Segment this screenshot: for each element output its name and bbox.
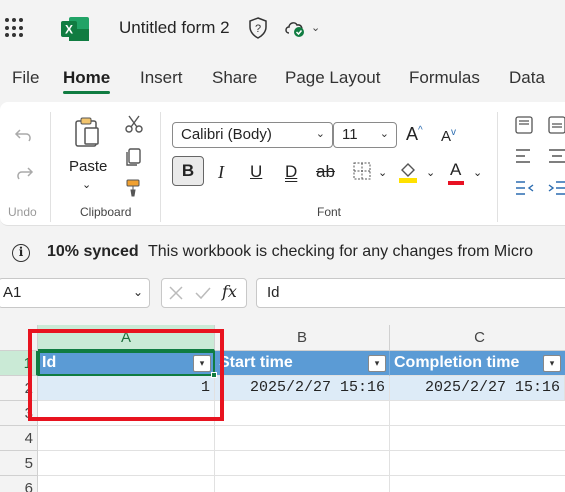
- chevron-down-icon: ⌄: [315, 128, 325, 140]
- chevron-down-icon[interactable]: ⌄: [426, 166, 435, 179]
- paste-chevron-icon[interactable]: ⌄: [82, 178, 91, 191]
- font-color-icon[interactable]: A: [450, 160, 461, 180]
- cloud-sync-icon[interactable]: [283, 18, 307, 38]
- divider: [497, 112, 498, 222]
- empty-cell[interactable]: [38, 426, 215, 451]
- sync-info-bar: i 10% synced This workbook is checking f…: [0, 233, 565, 271]
- empty-cell[interactable]: [38, 476, 215, 492]
- font-family-value: Calibri (Body): [181, 126, 272, 143]
- filter-dropdown-icon[interactable]: ▾: [368, 355, 386, 372]
- align-middle-icon[interactable]: [548, 116, 565, 134]
- chevron-down-icon[interactable]: ⌄: [378, 166, 387, 179]
- filter-dropdown-icon[interactable]: ▾: [543, 355, 561, 372]
- row-header-4[interactable]: 4: [0, 426, 38, 451]
- table-cell[interactable]: 2025/2/27 15:16: [215, 376, 390, 401]
- paste-label[interactable]: Paste: [69, 158, 107, 175]
- chevron-down-icon: ⌄: [132, 285, 143, 299]
- undo-group-label: Undo: [8, 205, 37, 219]
- empty-cell[interactable]: [390, 476, 565, 492]
- empty-cell[interactable]: [215, 476, 390, 492]
- table-cell[interactable]: 2025/2/27 15:16: [390, 376, 565, 401]
- tab-data[interactable]: Data: [497, 60, 557, 96]
- title-bar: X Untitled form 2 ? ⌄: [0, 0, 565, 58]
- font-size-value: 11: [342, 126, 358, 143]
- excel-logo-icon: X: [61, 17, 89, 41]
- font-group-label: Font: [317, 205, 342, 219]
- document-title[interactable]: Untitled form 2: [119, 18, 230, 38]
- excel-window: X Untitled form 2 ? ⌄ File Home Insert S…: [0, 0, 565, 492]
- bold-button[interactable]: B: [172, 156, 204, 186]
- ribbon: Undo Paste ⌄ Clipboard Calibri (Body) ⌄: [0, 102, 565, 226]
- increase-font-size-icon[interactable]: A^: [406, 124, 423, 145]
- increase-indent-icon[interactable]: [548, 180, 565, 196]
- header-text: Completion time: [394, 354, 520, 371]
- app-launcher-icon[interactable]: [5, 18, 25, 38]
- tab-home[interactable]: Home: [51, 60, 122, 96]
- clipboard-group-label: Clipboard: [80, 205, 132, 219]
- formula-bar: A1 ⌄ fx Id: [0, 277, 565, 311]
- row-header-5[interactable]: 5: [0, 451, 38, 476]
- strikethrough-button[interactable]: ab: [316, 162, 335, 182]
- tab-insert[interactable]: Insert: [128, 60, 195, 96]
- formula-input[interactable]: Id: [256, 278, 565, 308]
- chevron-down-icon: ⌄: [379, 128, 389, 140]
- redo-icon[interactable]: [14, 164, 34, 182]
- format-painter-icon[interactable]: [124, 178, 142, 198]
- header-text: Start time: [219, 354, 293, 371]
- tab-page-layout[interactable]: Page Layout: [273, 60, 392, 96]
- underline-button[interactable]: U: [250, 162, 262, 182]
- decrease-font-size-icon[interactable]: Av: [441, 127, 456, 145]
- empty-cell[interactable]: [390, 401, 565, 426]
- empty-cell[interactable]: [215, 401, 390, 426]
- decrease-indent-icon[interactable]: [515, 180, 535, 196]
- chevron-down-icon[interactable]: ⌄: [473, 166, 482, 179]
- insert-function-icon[interactable]: fx: [222, 282, 237, 301]
- name-box-value: A1: [3, 284, 22, 301]
- cancel-icon[interactable]: [168, 285, 184, 301]
- font-size-select[interactable]: 11 ⌄: [333, 122, 397, 148]
- name-box[interactable]: A1 ⌄: [0, 278, 150, 308]
- info-icon: i: [12, 244, 30, 262]
- undo-icon[interactable]: [14, 126, 34, 144]
- divider: [50, 112, 51, 222]
- align-top-icon[interactable]: [515, 116, 533, 134]
- borders-icon[interactable]: [353, 162, 371, 180]
- empty-cell[interactable]: [390, 426, 565, 451]
- sync-status: 10% synced: [47, 243, 139, 260]
- empty-cell[interactable]: [215, 451, 390, 476]
- sync-message: This workbook is checking for any change…: [148, 243, 534, 260]
- row-header-6[interactable]: 6: [0, 476, 38, 492]
- divider: [160, 112, 161, 222]
- empty-cell[interactable]: [38, 451, 215, 476]
- shield-icon[interactable]: ?: [248, 17, 268, 39]
- align-left-icon[interactable]: [515, 148, 533, 164]
- svg-text:X: X: [65, 23, 73, 37]
- highlight-annotation-box: [28, 329, 224, 421]
- enter-check-icon[interactable]: [194, 285, 212, 301]
- column-header-b[interactable]: B: [215, 325, 390, 351]
- tab-file[interactable]: File: [0, 60, 51, 96]
- align-center-icon[interactable]: [548, 148, 565, 164]
- fill-color-icon[interactable]: [398, 160, 418, 184]
- italic-button[interactable]: I: [218, 162, 224, 183]
- empty-cell[interactable]: [215, 426, 390, 451]
- double-underline-button[interactable]: D: [285, 162, 297, 182]
- table-header-cell-completion-time[interactable]: Completion time: [390, 351, 565, 376]
- ribbon-tabs: File Home Insert Share Page Layout Formu…: [0, 60, 565, 98]
- chevron-down-icon[interactable]: ⌄: [311, 21, 320, 34]
- formula-controls: fx: [161, 278, 247, 308]
- tab-share[interactable]: Share: [200, 60, 269, 96]
- font-color-swatch: [448, 181, 464, 185]
- table-header-cell-start-time[interactable]: Start time: [215, 351, 390, 376]
- font-family-select[interactable]: Calibri (Body) ⌄: [172, 122, 333, 148]
- cut-icon[interactable]: [124, 114, 144, 134]
- tab-formulas[interactable]: Formulas: [397, 60, 492, 96]
- column-header-c[interactable]: C: [390, 325, 565, 351]
- empty-cell[interactable]: [390, 451, 565, 476]
- svg-text:?: ?: [255, 23, 261, 35]
- copy-icon[interactable]: [124, 147, 142, 167]
- paste-icon[interactable]: [73, 116, 101, 148]
